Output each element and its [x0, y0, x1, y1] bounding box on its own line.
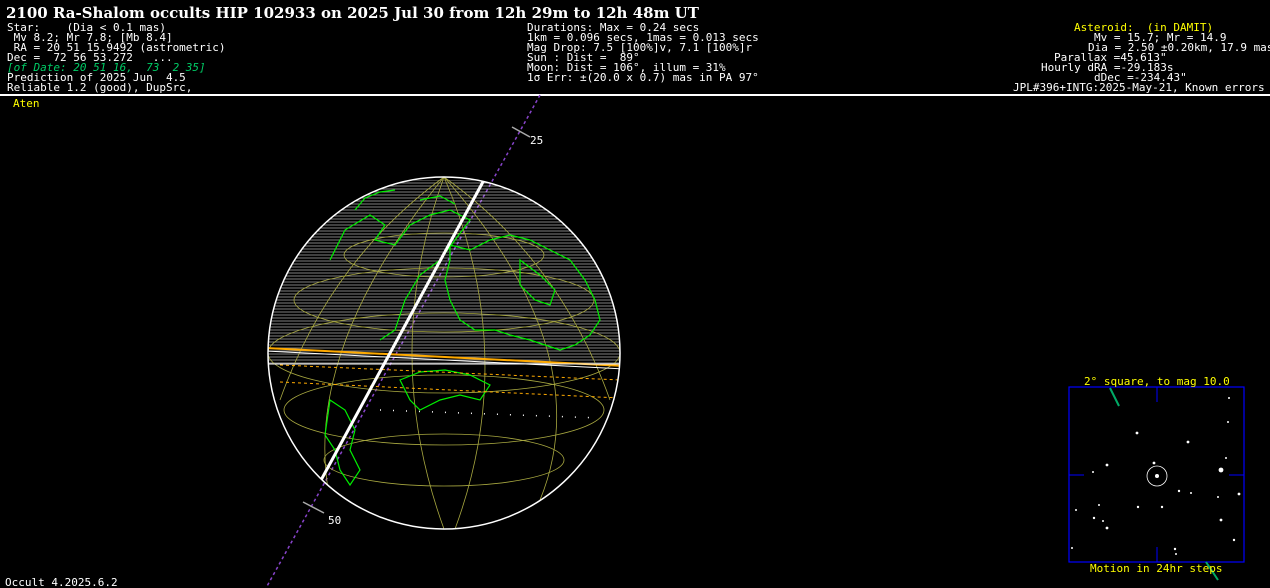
software-version: Occult 4.2025.6.2: [5, 576, 118, 588]
path-error-limit-1: [279, 364, 620, 381]
path-error-limit-3: [379, 409, 601, 419]
track-label-50: 50: [328, 514, 341, 527]
map-canvas: 25 50: [265, 94, 1245, 588]
star-chart-caption: Motion in 24hr steps: [1090, 562, 1223, 575]
track-label-25: 25: [530, 134, 543, 147]
occultation-map-window: { "title": "2100 Ra-Shalom occults HIP 1…: [0, 0, 1270, 588]
track-tick-50: [302, 501, 325, 514]
night-side-hatching: [268, 180, 620, 364]
asteroid-track-line: [265, 94, 541, 588]
graticule: [268, 177, 620, 529]
star-chart-title: 2° square, to mag 10.0: [1084, 375, 1230, 388]
earth-limb: [267, 176, 621, 530]
star-chart-inset: [1068, 386, 1245, 581]
